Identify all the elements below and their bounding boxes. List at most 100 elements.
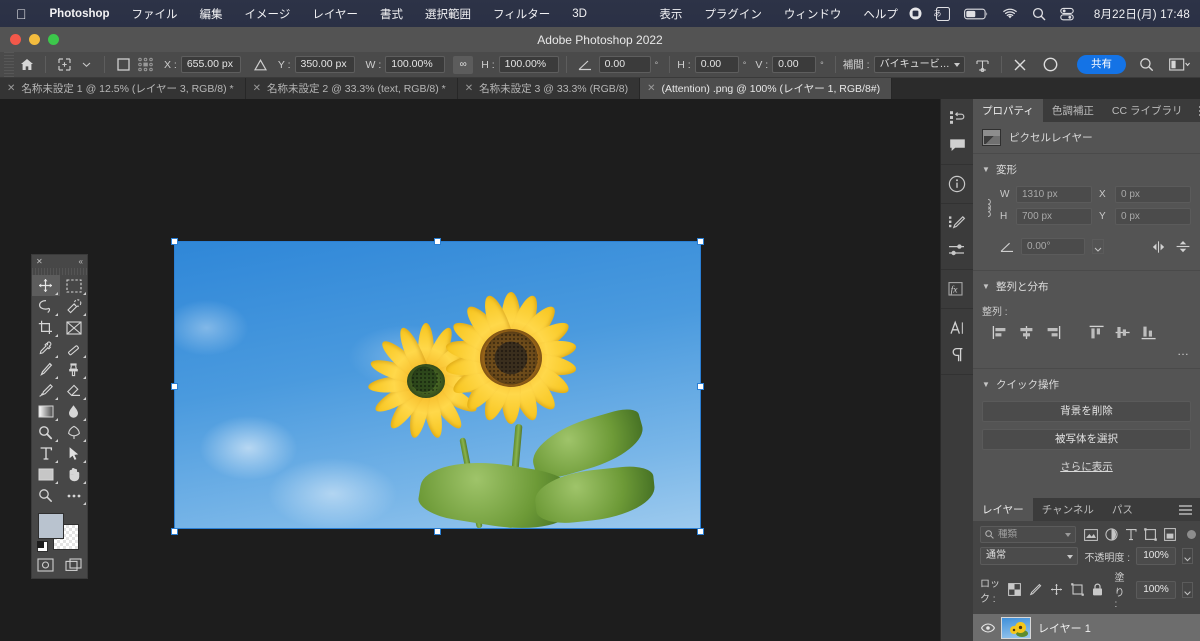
chevron-down-icon[interactable]: ▼ <box>982 380 990 389</box>
handle-br[interactable] <box>697 528 704 535</box>
fill-stepper[interactable] <box>1182 581 1193 598</box>
menu-item-layer[interactable]: レイヤー <box>301 6 369 22</box>
filter-smart-object-icon[interactable] <box>1164 528 1176 541</box>
opacity-value[interactable]: 100% <box>1136 547 1176 565</box>
blend-mode-select[interactable]: 通常 <box>980 547 1079 565</box>
search-icon[interactable] <box>1135 54 1157 76</box>
menu-item-plugins[interactable]: プラグイン <box>693 6 773 22</box>
tab-channels[interactable]: チャンネル <box>1033 498 1103 521</box>
flip-vertical-icon[interactable] <box>1174 239 1191 254</box>
angle-stepper[interactable] <box>1092 239 1104 254</box>
menu-item-view[interactable]: 表示 <box>648 6 693 22</box>
menu-item-help[interactable]: ヘルプ <box>852 6 909 22</box>
align-bottom-icon[interactable] <box>1140 325 1157 340</box>
warp-icon[interactable] <box>972 54 994 76</box>
h-input[interactable]: 100.00% <box>498 56 559 73</box>
edit-toolbar-tool[interactable] <box>60 485 88 506</box>
tab-paths[interactable]: パス <box>1103 498 1142 521</box>
menu-bar-clock[interactable]: 8月22日(月) 17:48 <box>1088 6 1190 22</box>
quick-selection-tool[interactable] <box>60 296 88 317</box>
handle-ml[interactable] <box>171 383 178 390</box>
w-input[interactable]: 100.00% <box>385 56 446 73</box>
gradient-tool[interactable] <box>32 401 60 422</box>
y-input[interactable]: 350.00 px <box>294 56 355 73</box>
spot-healing-brush-tool[interactable] <box>60 338 88 359</box>
opacity-stepper[interactable] <box>1182 548 1193 564</box>
brush-tool[interactable] <box>32 359 60 380</box>
handle-mr[interactable] <box>697 383 704 390</box>
share-button[interactable]: 共有 <box>1077 55 1126 74</box>
eye-icon[interactable] <box>981 623 995 633</box>
align-right-icon[interactable] <box>1044 325 1061 340</box>
align-center-horizontal-icon[interactable] <box>1018 325 1035 340</box>
default-colors-icon[interactable] <box>36 541 48 552</box>
menu-item-filter[interactable]: フィルター <box>482 6 561 22</box>
hand-tool[interactable] <box>60 464 88 485</box>
brush-settings-icon[interactable] <box>943 209 971 236</box>
history-brush-tool[interactable] <box>32 380 60 401</box>
menu-item-photoshop[interactable]: Photoshop <box>39 8 121 20</box>
lock-transparent-pixels-icon[interactable] <box>1007 583 1021 596</box>
auto-select-checkbox[interactable] <box>112 54 134 76</box>
info-icon[interactable] <box>943 170 971 197</box>
wifi-icon[interactable] <box>1002 8 1018 20</box>
tab-cc-libraries[interactable]: CC ライブラリ <box>1103 99 1192 122</box>
y-input[interactable]: 0 px <box>1115 208 1191 225</box>
pen-tool[interactable] <box>60 422 88 443</box>
skew-v-input[interactable]: 0.00 <box>772 56 817 73</box>
crop-tool[interactable] <box>32 317 60 338</box>
dodge-tool[interactable] <box>32 422 60 443</box>
panel-menu-icon[interactable] <box>1191 99 1200 122</box>
spotlight-search-icon[interactable] <box>1032 7 1046 21</box>
lock-all-icon[interactable] <box>1092 583 1103 596</box>
transform-section-title[interactable]: ▼ 変形 <box>982 162 1191 177</box>
record-icon[interactable] <box>909 7 922 20</box>
x-input[interactable]: 655.00 px <box>180 56 241 73</box>
paragraph-panel-icon[interactable] <box>943 341 971 368</box>
angle-input[interactable]: 0.00° <box>1021 238 1085 255</box>
select-subject-button[interactable]: 被写体を選択 <box>982 429 1191 450</box>
cancel-transform-icon[interactable] <box>1009 54 1031 76</box>
handle-bc[interactable] <box>434 528 441 535</box>
menu-item-type[interactable]: 書式 <box>369 6 414 22</box>
align-more-menu[interactable]: … <box>982 340 1191 358</box>
remove-background-button[interactable]: 背景を削除 <box>982 401 1191 422</box>
w-input[interactable]: 1310 px <box>1016 186 1092 203</box>
layer-filter-select[interactable]: 種類 <box>980 526 1076 543</box>
quick-actions-title[interactable]: ▼ クイック操作 <box>982 377 1191 392</box>
document-tab-1[interactable]: ✕ 名称未設定 1 @ 12.5% (レイヤー 3, RGB/8) * <box>0 78 246 99</box>
battery-icon[interactable] <box>963 8 988 20</box>
move-tool-icon[interactable] <box>53 54 75 76</box>
constrain-proportions-icon[interactable] <box>982 197 994 219</box>
tab-adjustments[interactable]: 色調補正 <box>1043 99 1103 122</box>
canvas-stage[interactable]: ✕ « <box>0 99 940 641</box>
tools-panel-header[interactable]: ✕ « <box>32 255 87 268</box>
flip-horizontal-icon[interactable] <box>1150 239 1167 254</box>
eyedropper-tool[interactable] <box>32 338 60 359</box>
document-tab-2[interactable]: ✕ 名称未設定 2 @ 33.3% (text, RGB/8) * <box>245 78 458 99</box>
history-icon[interactable] <box>943 104 971 131</box>
close-button[interactable] <box>10 34 21 45</box>
angle-input[interactable]: 0.00 <box>598 56 651 73</box>
show-more-link[interactable]: さらに表示 <box>982 457 1191 474</box>
align-left-icon[interactable] <box>992 325 1009 340</box>
adjustments-icon[interactable] <box>943 236 971 263</box>
filter-pixel-icon[interactable] <box>1084 528 1098 541</box>
comments-icon[interactable] <box>943 131 971 158</box>
rectangular-marquee-tool[interactable] <box>60 275 88 296</box>
quick-mask-icon[interactable] <box>35 556 56 574</box>
filter-adjustment-icon[interactable] <box>1105 528 1118 541</box>
tab-properties[interactable]: プロパティ <box>973 99 1043 122</box>
tab-layers[interactable]: レイヤー <box>973 498 1033 521</box>
filter-type-icon[interactable] <box>1125 528 1137 541</box>
lock-position-icon[interactable] <box>1050 583 1063 596</box>
rectangle-tool[interactable] <box>32 464 60 485</box>
align-middle-vertical-icon[interactable] <box>1114 325 1131 340</box>
delta-icon[interactable] <box>250 54 272 76</box>
menu-item-edit[interactable]: 編集 <box>189 6 234 22</box>
minimize-button[interactable] <box>29 34 40 45</box>
document-canvas[interactable] <box>171 238 704 535</box>
table-row[interactable]: レイヤー 1 <box>973 614 1200 641</box>
handle-tr[interactable] <box>697 238 704 245</box>
filter-toggle-icon[interactable] <box>1187 530 1196 539</box>
